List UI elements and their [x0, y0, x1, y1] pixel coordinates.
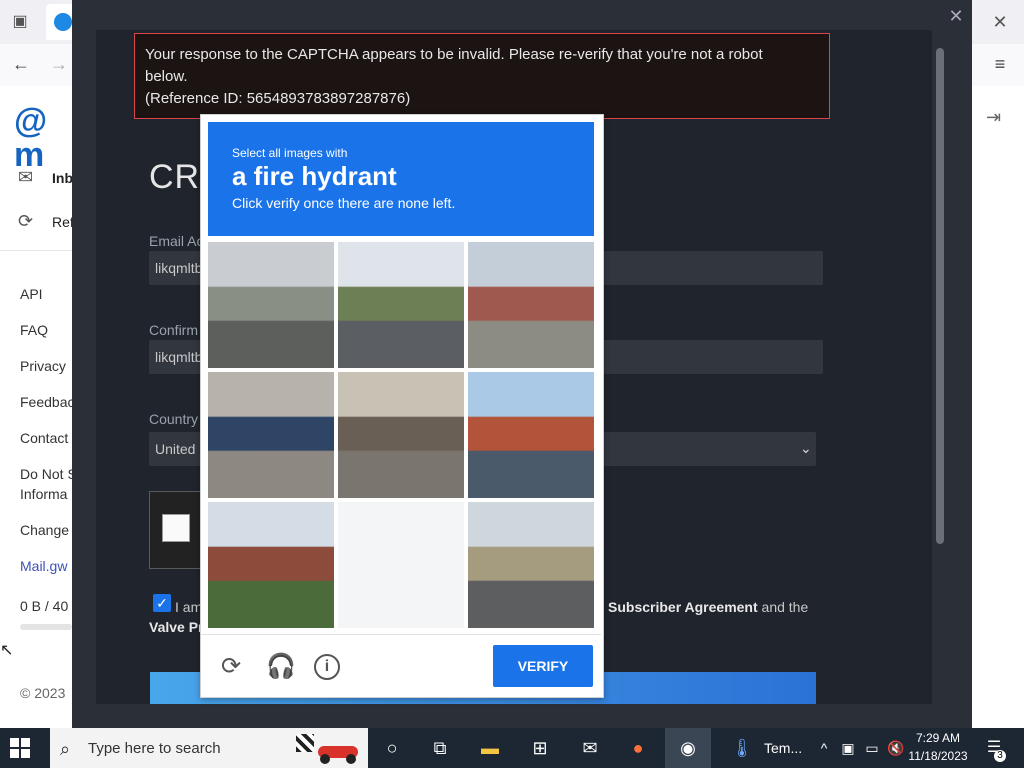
sidebar-link-privacy[interactable]: Privacy: [20, 358, 66, 374]
store-icon[interactable]: ⊞: [528, 736, 552, 760]
tab-favicon-icon: [54, 13, 72, 31]
refresh-icon: ⟳: [18, 211, 34, 231]
chevron-up-icon[interactable]: ^: [812, 736, 836, 760]
email-label: Email Ac: [149, 233, 204, 249]
mail-icon[interactable]: ✉: [578, 736, 602, 760]
confirm-email-value: likqmltb: [155, 349, 203, 365]
tab-overview-icon[interactable]: ▣: [10, 12, 30, 32]
country-value: United: [155, 441, 196, 457]
mail-logo: @ m: [14, 102, 48, 174]
error-line-2: below.: [145, 68, 188, 85]
chevron-down-icon: ⌄: [800, 440, 812, 456]
right-panel: [972, 86, 1024, 728]
captcha-tile[interactable]: [468, 372, 594, 498]
error-line-1: Your response to the CAPTCHA appears to …: [145, 46, 763, 63]
storage-progress: [20, 624, 72, 630]
search-input[interactable]: Type here to search: [88, 740, 221, 757]
mouse-cursor-icon: ↖: [0, 642, 14, 659]
country-label: Country: [149, 411, 199, 427]
captcha-tile[interactable]: [338, 372, 464, 498]
logout-icon[interactable]: ⇥: [986, 106, 1008, 128]
subscriber-agreement-link[interactable]: Subscriber Agreement: [608, 599, 758, 615]
search-highlight-icon: [290, 732, 364, 764]
window-close-icon[interactable]: ✕: [988, 10, 1012, 34]
error-reference-id: (Reference ID: 5654893783897287876): [145, 90, 411, 107]
copyright: © 2023: [20, 685, 66, 701]
steam-taskbar-button[interactable]: ◉: [665, 728, 711, 768]
sidebar-link-do-not-sell[interactable]: Do Not S: [20, 466, 77, 482]
sidebar-link-api[interactable]: API: [20, 286, 43, 302]
windows-start-icon[interactable]: [10, 738, 30, 758]
agree-text: I am: [175, 599, 203, 615]
inbox-icon: ✉: [18, 167, 34, 187]
thermometer-icon[interactable]: 🌡: [730, 736, 754, 760]
captcha-tile[interactable]: [468, 502, 594, 628]
sidebar-link-mailgw[interactable]: Mail.gw: [20, 558, 67, 574]
network-icon[interactable]: ▭: [860, 736, 884, 760]
agree-checkbox[interactable]: ✓: [153, 594, 171, 612]
sidebar-item-inbox[interactable]: Inb: [52, 170, 73, 186]
clock-time[interactable]: 7:29 AM: [904, 731, 972, 745]
captcha-tile[interactable]: [208, 372, 334, 498]
steam-icon: ◉: [680, 738, 696, 758]
clock-date[interactable]: 11/18/2023: [904, 749, 972, 763]
search-icon: ⌕: [60, 739, 71, 759]
notification-count: 3: [994, 750, 1006, 762]
taskbar-app-label[interactable]: Tem...: [764, 740, 802, 756]
captcha-tile[interactable]: [338, 502, 464, 628]
divider: [201, 634, 601, 635]
tray-app-icon[interactable]: ▣: [836, 736, 860, 760]
task-view-icon[interactable]: ⧉: [428, 736, 452, 760]
confirm-email-label: Confirm: [149, 322, 199, 338]
challenge-instruction: Select all images with: [232, 146, 348, 160]
firefox-icon[interactable]: ●: [626, 736, 650, 760]
sidebar-link-change[interactable]: Change: [20, 522, 69, 538]
sidebar-link-information[interactable]: Informa: [20, 486, 67, 502]
hamburger-icon[interactable]: ≡: [988, 52, 1012, 76]
modal-scrollbar[interactable]: [936, 48, 944, 544]
sidebar-link-contact[interactable]: Contact: [20, 430, 68, 446]
recaptcha-checkbox[interactable]: [162, 514, 190, 542]
modal-close-icon[interactable]: ✕: [946, 6, 966, 26]
back-icon[interactable]: ←: [12, 54, 36, 74]
file-explorer-icon[interactable]: ▬: [478, 736, 502, 760]
sidebar-link-feedback[interactable]: Feedbac: [20, 394, 74, 410]
challenge-target: a fire hydrant: [232, 161, 397, 191]
storage-usage: 0 B / 40: [20, 598, 69, 614]
divider: [0, 250, 72, 251]
captcha-tile[interactable]: [208, 502, 334, 628]
sidebar-item-refresh[interactable]: Ref: [52, 214, 74, 230]
captcha-tile[interactable]: [208, 242, 334, 368]
captcha-tile[interactable]: [468, 242, 594, 368]
email-value: likqmltb: [155, 260, 203, 276]
captcha-error-message: Your response to the CAPTCHA appears to …: [134, 33, 830, 119]
verify-button[interactable]: VERIFY: [493, 645, 593, 687]
challenge-hint: Click verify once there are none left.: [232, 195, 456, 211]
agree-mid-text: and the: [757, 599, 809, 615]
sidebar-link-faq[interactable]: FAQ: [20, 322, 48, 338]
cortana-icon[interactable]: ○: [380, 736, 404, 760]
captcha-tile[interactable]: [338, 242, 464, 368]
info-icon[interactable]: i: [314, 654, 340, 680]
valve-privacy-link[interactable]: Valve Pr: [149, 619, 204, 635]
forward-icon[interactable]: →: [50, 54, 74, 74]
audio-challenge-icon[interactable]: 🎧: [266, 654, 296, 680]
reload-icon[interactable]: ⟳: [218, 654, 244, 680]
